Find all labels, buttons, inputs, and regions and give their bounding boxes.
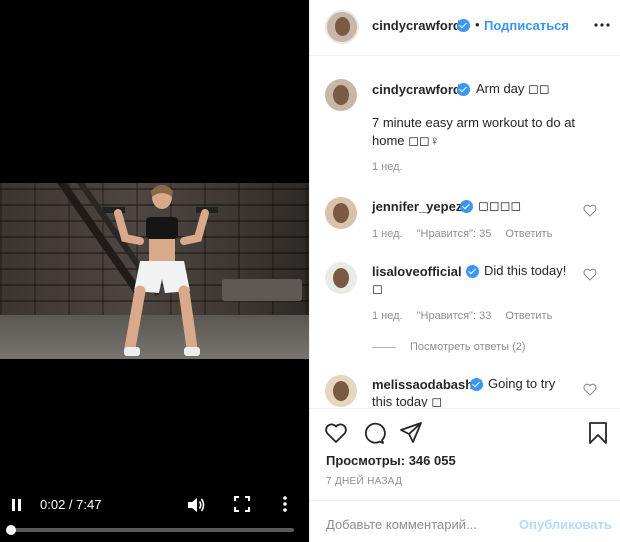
comment-meta: 1 нед. "Нравится": 33 Ответить bbox=[372, 310, 552, 322]
avatar[interactable] bbox=[325, 375, 357, 407]
video-frame bbox=[0, 183, 309, 359]
video-player[interactable]: 0:02 / 7:47 bbox=[0, 0, 309, 542]
comment-bubble-icon[interactable] bbox=[362, 421, 386, 445]
comment-username[interactable]: melissaodabash bbox=[372, 377, 473, 392]
video-progress-bar[interactable] bbox=[6, 525, 294, 535]
more-options-icon[interactable] bbox=[593, 16, 611, 34]
verified-icon bbox=[457, 19, 470, 32]
caption-time: 1 нед. bbox=[372, 161, 403, 173]
post-header: cindycrawford • Подписаться bbox=[310, 0, 620, 56]
post-actions bbox=[310, 408, 620, 448]
verified-icon bbox=[457, 83, 470, 96]
caption-line1: Arm day ◻◻ bbox=[476, 81, 550, 96]
caption-line2: 7 minute easy arm workout to do at bbox=[372, 115, 576, 130]
comment-text-cont: ◻ bbox=[372, 281, 383, 296]
workout-person-figure bbox=[103, 185, 218, 356]
pause-icon[interactable] bbox=[11, 499, 23, 512]
fullscreen-icon[interactable] bbox=[234, 496, 250, 512]
video-time: 0:02 / 7:47 bbox=[40, 497, 102, 512]
comment-input[interactable]: Добавьте комментарий... bbox=[326, 517, 477, 532]
avatar[interactable] bbox=[325, 10, 359, 44]
reply-button[interactable]: Ответить bbox=[505, 310, 552, 322]
bookmark-icon[interactable] bbox=[586, 421, 610, 445]
like-comment-icon[interactable] bbox=[583, 383, 597, 396]
view-count[interactable]: Просмотры: 346 055 bbox=[326, 453, 456, 468]
like-comment-icon[interactable] bbox=[583, 204, 597, 217]
comment-likes[interactable]: "Нравится": 35 bbox=[417, 228, 492, 240]
post-comment-button[interactable]: Опубликовать bbox=[519, 517, 612, 532]
more-vertical-icon[interactable] bbox=[280, 495, 290, 513]
progress-handle[interactable] bbox=[6, 525, 17, 535]
comment-username[interactable]: lisaloveofficial bbox=[372, 264, 462, 279]
comment-text-cont: this today ◻ bbox=[372, 394, 443, 407]
view-replies-button[interactable]: Посмотреть ответы (2) bbox=[410, 341, 526, 353]
instagram-post-modal: 0:02 / 7:47 cindycrawford • Подписаться … bbox=[0, 0, 620, 542]
like-heart-icon[interactable] bbox=[324, 421, 348, 445]
divider bbox=[372, 347, 396, 348]
comment-text: ◻◻◻◻ bbox=[478, 198, 522, 213]
verified-icon bbox=[466, 265, 479, 278]
add-comment-bar: Добавьте комментарий... Опубликовать bbox=[310, 500, 620, 542]
verified-icon bbox=[460, 200, 473, 213]
post-details-panel: cindycrawford • Подписаться cindycrawfor… bbox=[309, 0, 620, 542]
caption-username[interactable]: cindycrawford bbox=[372, 82, 461, 97]
follow-button[interactable]: Подписаться bbox=[484, 18, 569, 33]
comment-likes[interactable]: "Нравится": 33 bbox=[417, 310, 492, 322]
comment-username[interactable]: jennifer_yepez bbox=[372, 199, 462, 214]
verified-icon bbox=[470, 378, 483, 391]
post-date[interactable]: 7 ДНЕЙ НАЗАД bbox=[326, 476, 402, 487]
comment-text: Going to try bbox=[488, 376, 556, 391]
video-controls: 0:02 / 7:47 bbox=[0, 490, 309, 542]
header-username[interactable]: cindycrawford bbox=[372, 18, 461, 33]
comment-time: 1 нед. bbox=[372, 228, 403, 240]
reply-button[interactable]: Ответить bbox=[505, 228, 552, 240]
volume-icon[interactable] bbox=[186, 496, 206, 514]
comments-list: cindycrawford Arm day ◻◻ 7 minute easy a… bbox=[310, 57, 620, 407]
avatar[interactable] bbox=[325, 79, 357, 111]
caption-line3: home ◻◻♀ bbox=[372, 133, 440, 148]
comment-time: 1 нед. bbox=[372, 310, 403, 322]
avatar[interactable] bbox=[325, 197, 357, 229]
share-send-icon[interactable] bbox=[399, 421, 423, 445]
like-comment-icon[interactable] bbox=[583, 268, 597, 281]
avatar[interactable] bbox=[325, 262, 357, 294]
header-separator: • bbox=[475, 17, 480, 32]
comment-text: Did this today! bbox=[484, 263, 567, 278]
comment-meta: 1 нед. "Нравится": 35 Ответить bbox=[372, 228, 552, 240]
